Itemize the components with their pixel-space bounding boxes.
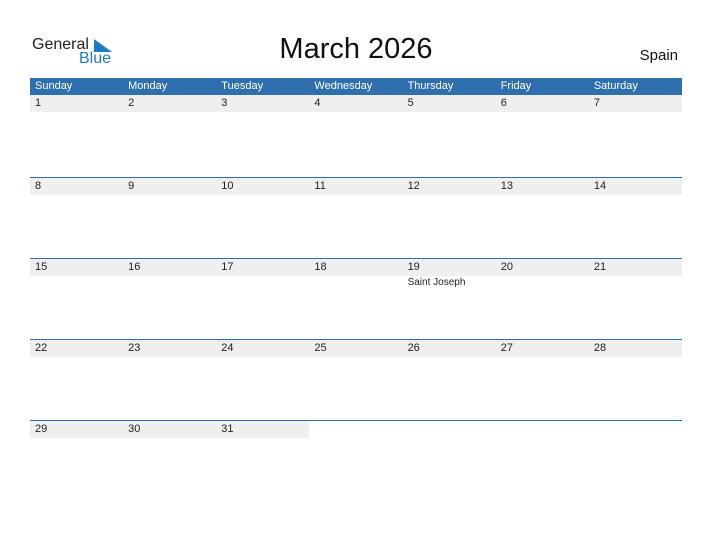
- day-cell: [309, 421, 402, 501]
- day-number: 2: [123, 95, 217, 112]
- day-cell: 21: [588, 259, 682, 339]
- day-number: 28: [588, 340, 682, 357]
- day-cell: 26: [402, 340, 496, 420]
- day-cell: 6: [495, 95, 589, 177]
- day-number: 4: [309, 95, 403, 112]
- day-number: 6: [495, 95, 589, 112]
- day-cell: 23: [123, 340, 217, 420]
- day-number: 1: [30, 95, 124, 112]
- day-cell: 10: [216, 178, 310, 258]
- week-row: 29 30 31: [30, 420, 682, 501]
- country-label: Spain: [639, 47, 678, 64]
- day-number: 11: [309, 178, 403, 195]
- day-cell: [496, 421, 589, 501]
- day-number: 25: [309, 340, 403, 357]
- day-number: 10: [216, 178, 310, 195]
- weekday-friday: Friday: [500, 80, 532, 92]
- day-number: 31: [216, 421, 310, 438]
- day-number: 16: [123, 259, 217, 276]
- day-cell: 25: [309, 340, 403, 420]
- weekday-saturday: Saturday: [593, 80, 638, 92]
- week-row: 8 9 10 11 12 13 14: [30, 177, 682, 258]
- day-number: 24: [216, 340, 310, 357]
- day-number: 27: [495, 340, 589, 357]
- weekday-monday: Monday: [128, 80, 168, 92]
- day-number: 12: [402, 178, 496, 195]
- weekday-thursday: Thursday: [407, 80, 454, 92]
- day-number: 15: [30, 259, 124, 276]
- day-number: 5: [402, 95, 496, 112]
- weekday-wednesday: Wednesday: [314, 80, 373, 92]
- day-number: 21: [588, 259, 682, 276]
- weekday-tuesday: Tuesday: [221, 80, 264, 92]
- day-number: 17: [216, 259, 310, 276]
- day-number: 3: [216, 95, 310, 112]
- day-number: 29: [30, 421, 124, 438]
- day-cell: 9: [123, 178, 217, 258]
- day-number: 14: [588, 178, 682, 195]
- day-cell: 28: [588, 340, 682, 420]
- day-cell: 17: [216, 259, 310, 339]
- day-number: 22: [30, 340, 124, 357]
- day-cell: 31: [216, 421, 310, 501]
- day-number: 8: [30, 178, 124, 195]
- day-number: 26: [402, 340, 496, 357]
- weekday-header: Sunday Monday Tuesday Wednesday Thursday Frid…: [30, 78, 682, 95]
- day-cell: 18: [309, 259, 403, 339]
- day-cell: 14: [588, 178, 682, 258]
- day-cell: 11: [309, 178, 403, 258]
- day-number: [403, 421, 496, 438]
- day-cell: 5: [402, 95, 496, 177]
- week-row: 15 16 17 18 19 Saint Joseph 20 21: [30, 258, 682, 339]
- calendar-grid: Sunday Monday Tuesday Wednesday Thursday Frid…: [30, 78, 682, 501]
- day-cell: 4: [309, 95, 403, 177]
- day-cell: 15: [30, 259, 124, 339]
- day-cell: 8: [30, 178, 124, 258]
- day-cell: 27: [495, 340, 589, 420]
- day-cell: 3: [216, 95, 310, 177]
- day-number: 23: [123, 340, 217, 357]
- day-cell: [403, 421, 496, 501]
- day-cell: 12: [402, 178, 496, 258]
- day-cell: 13: [495, 178, 589, 258]
- day-number: 9: [123, 178, 217, 195]
- day-cell: 20: [495, 259, 589, 339]
- day-cell: 1: [30, 95, 124, 177]
- week-row: 1234567: [30, 95, 682, 177]
- weekday-sunday: Sunday: [35, 80, 73, 92]
- day-number: [309, 421, 402, 438]
- day-number: [496, 421, 589, 438]
- day-number: 18: [309, 259, 403, 276]
- day-number: 20: [495, 259, 589, 276]
- day-number: 30: [123, 421, 217, 438]
- day-number: 7: [588, 95, 682, 112]
- day-cell: 22: [30, 340, 124, 420]
- day-cell: 24: [216, 340, 310, 420]
- day-number: [589, 421, 682, 438]
- week-row: 22 23 24 25 26 27 28: [30, 339, 682, 420]
- day-cell: 7: [588, 95, 682, 177]
- day-cell: 30: [123, 421, 217, 501]
- day-cell: 19 Saint Joseph: [402, 259, 496, 339]
- calendar-title: March 2026: [279, 33, 433, 65]
- day-number: 13: [495, 178, 589, 195]
- day-cell: [589, 421, 682, 501]
- day-number: 19: [402, 259, 496, 276]
- day-cell: 2: [123, 95, 217, 177]
- holiday-label: Saint Joseph: [407, 277, 466, 288]
- day-cell: 16: [123, 259, 217, 339]
- day-cell: 29: [30, 421, 124, 501]
